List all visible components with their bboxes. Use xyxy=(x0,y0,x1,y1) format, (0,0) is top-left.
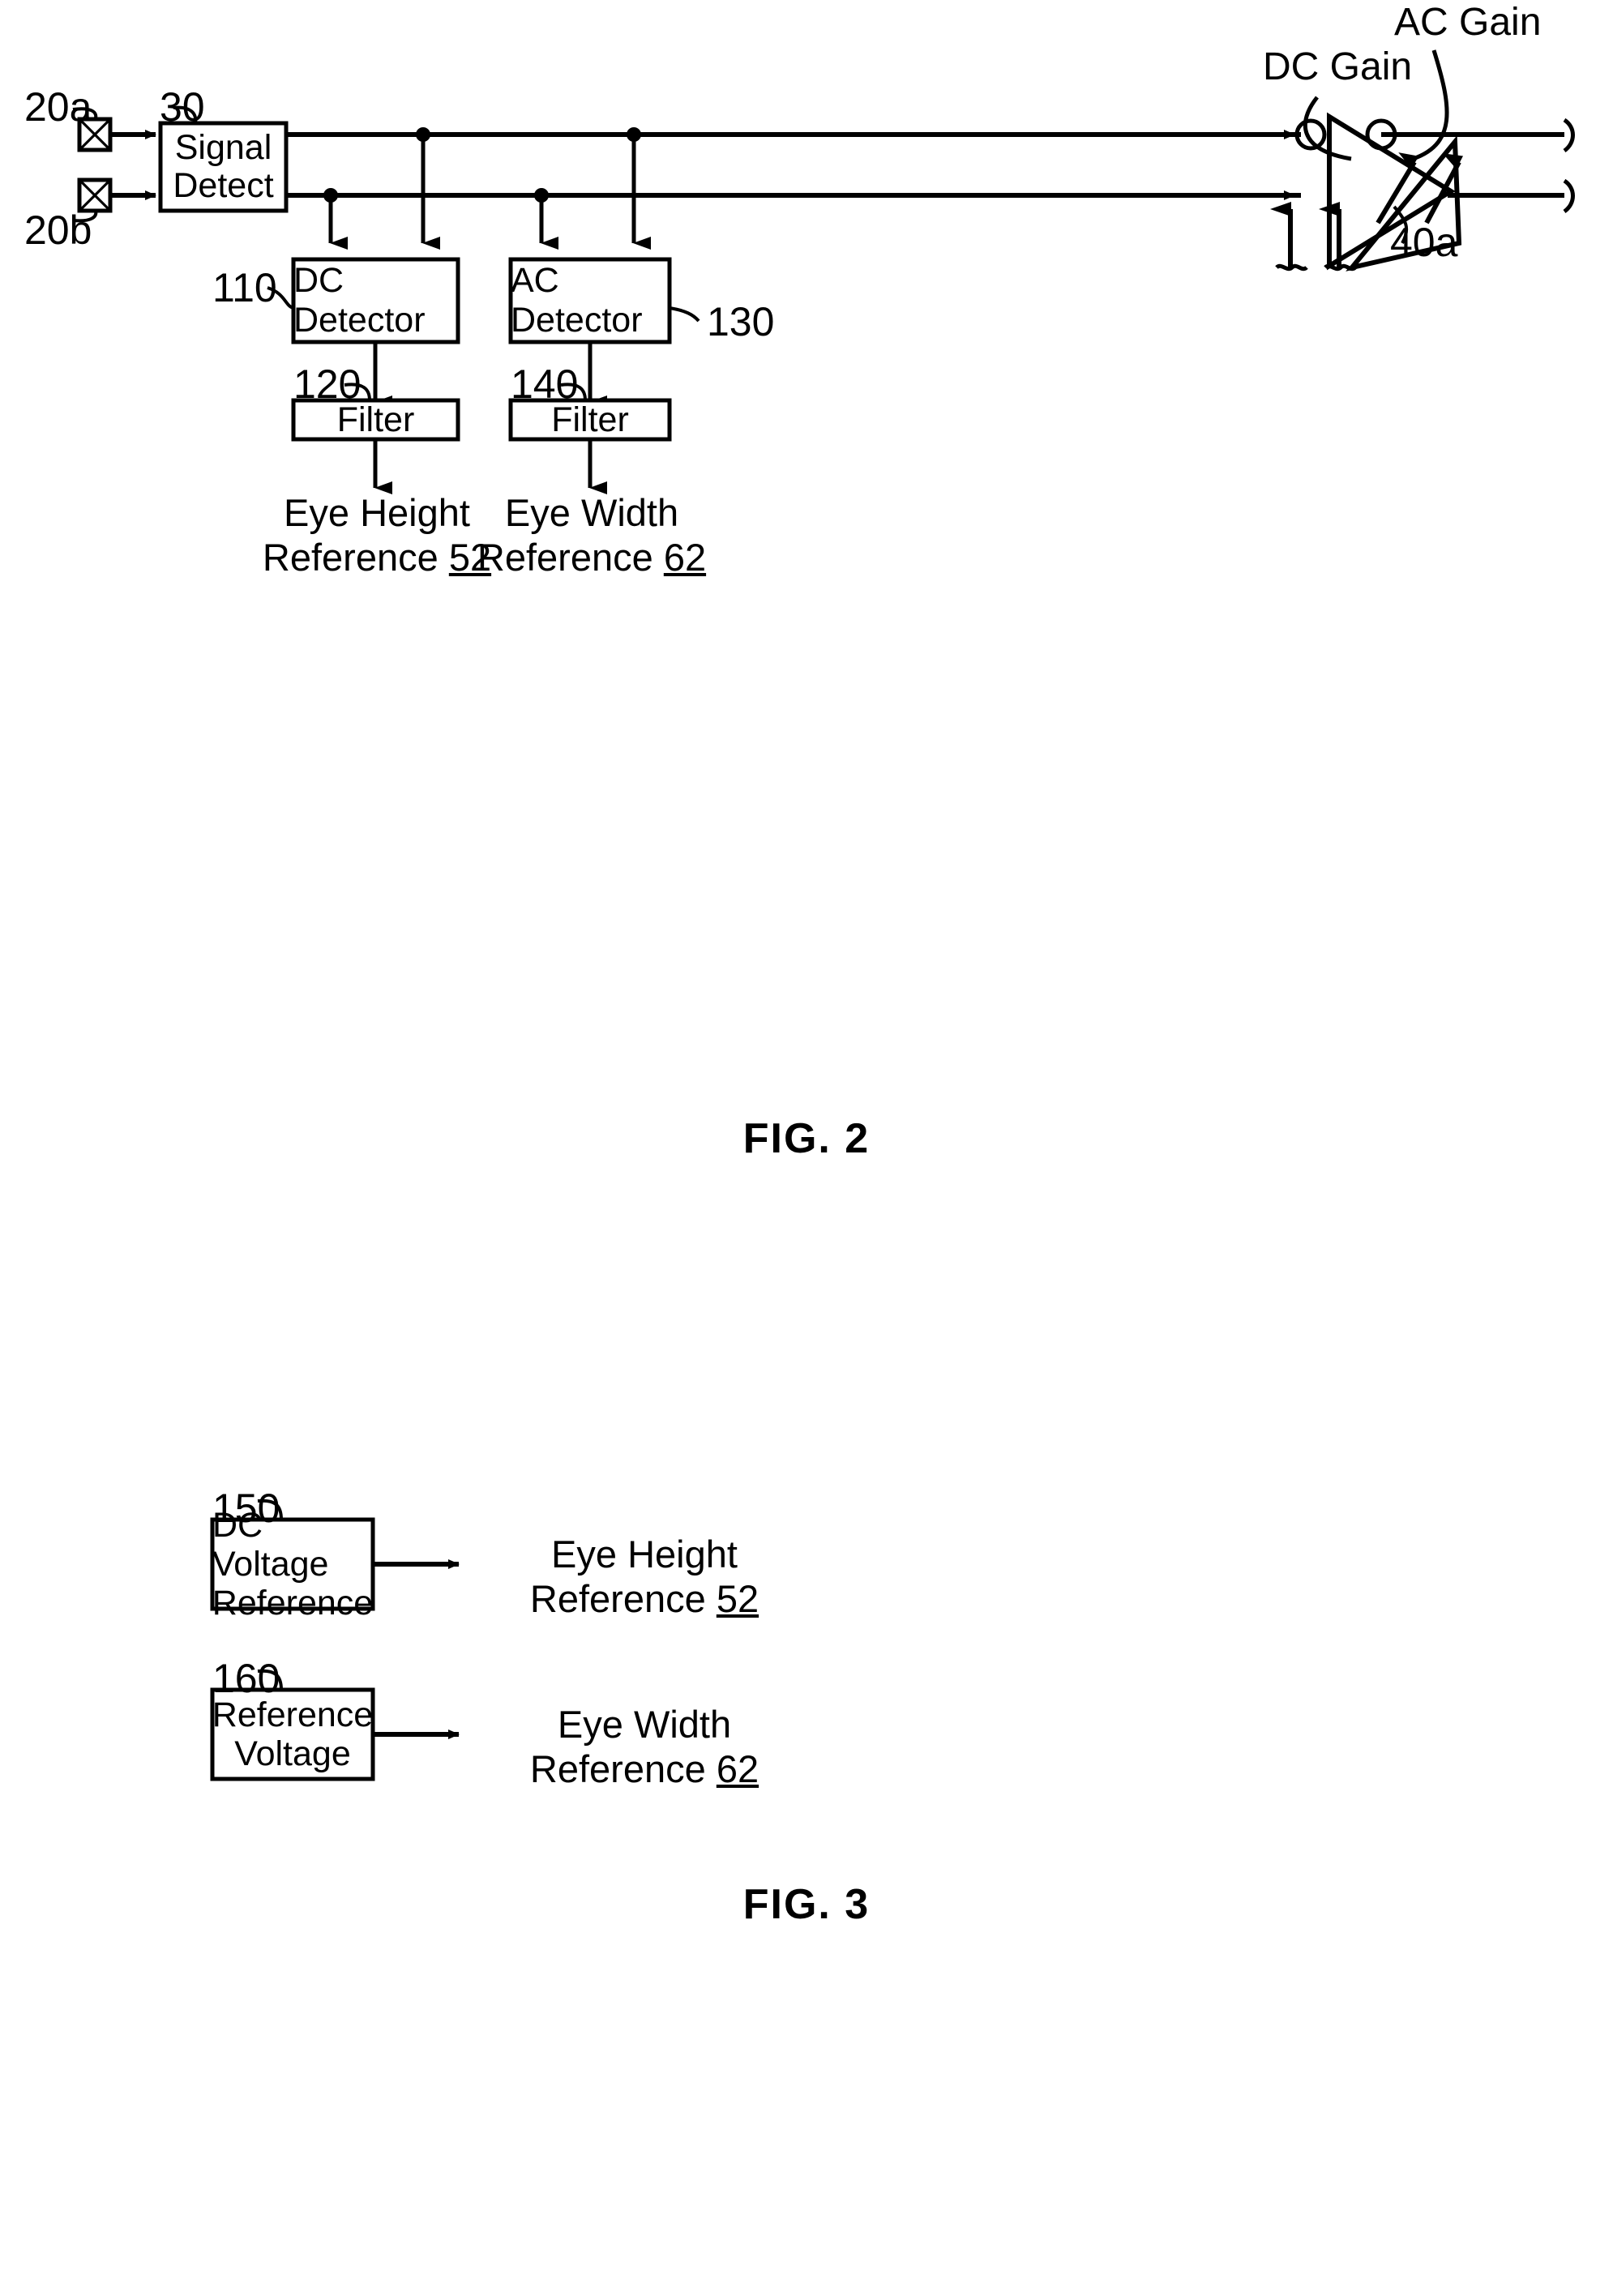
label-input-20a: 20a xyxy=(24,84,92,130)
break-symbol-top xyxy=(1563,118,1575,153)
fig3-output-eye-height-word: Reference xyxy=(529,1577,706,1621)
label-dc-gain: DC Gain xyxy=(1263,45,1413,88)
fig3-output-eye-width-word: Reference xyxy=(529,1747,706,1791)
fig3-output-eye-height-line1: Eye Height xyxy=(551,1533,738,1576)
output-eye-width-line2: Reference 62 xyxy=(430,535,754,579)
block-signal-detect-label: Signal Detect xyxy=(160,123,286,211)
block-ac-detector-label: AC Detector xyxy=(511,261,643,340)
fig3-output-eye-width-line1: Eye Width xyxy=(557,1703,732,1746)
fig3-output-eye-height: Eye Height Reference 52 xyxy=(320,1532,969,1622)
output-eye-width-reference: Eye Width Reference 62 xyxy=(430,490,754,580)
fig3-output-eye-width: Eye Width Reference 62 xyxy=(320,1702,969,1792)
block-filter-120-label: Filter xyxy=(336,400,415,439)
output-eye-width-ref: 62 xyxy=(663,536,707,579)
label-input-20b: 20b xyxy=(24,207,92,253)
fig3-output-eye-width-line2: Reference 62 xyxy=(320,1747,969,1791)
label-ac-gain: AC Gain xyxy=(1394,1,1542,44)
fig3-output-eye-height-line2: Reference 52 xyxy=(320,1576,969,1621)
break-squiggle-left xyxy=(1275,263,1308,272)
amp-bubble-input xyxy=(1294,118,1327,151)
figure-3-caption: FIG. 3 xyxy=(742,1881,871,1928)
figure-2-caption: FIG. 2 xyxy=(742,1115,871,1162)
fig3-output-eye-width-ref: 62 xyxy=(716,1747,759,1791)
block-signal-detect-line1: Signal xyxy=(174,127,272,167)
label-ref-40a: 40a xyxy=(1390,220,1458,265)
leader-ac-gain xyxy=(1407,49,1449,163)
patent-figure-page: 20a 20b 30 Signal Detect 110 DC Detector… xyxy=(0,0,1613,2296)
fig3-output-eye-height-ref: 52 xyxy=(716,1577,759,1621)
break-symbol-bottom xyxy=(1563,178,1575,214)
leader-130 xyxy=(669,306,700,323)
break-squiggle-right xyxy=(1324,263,1357,272)
label-ref-110: 110 xyxy=(212,265,277,310)
output-eye-width-line1: Eye Width xyxy=(504,491,679,534)
block-filter-140-label: Filter xyxy=(551,400,629,439)
output-eye-width-word: Reference xyxy=(477,536,653,579)
block-signal-detect-line2: Detect xyxy=(173,166,274,205)
label-ref-130: 130 xyxy=(707,299,775,344)
output-eye-height-word: Reference xyxy=(262,536,439,579)
block-dc-detector-label: DC Detector xyxy=(293,261,426,340)
